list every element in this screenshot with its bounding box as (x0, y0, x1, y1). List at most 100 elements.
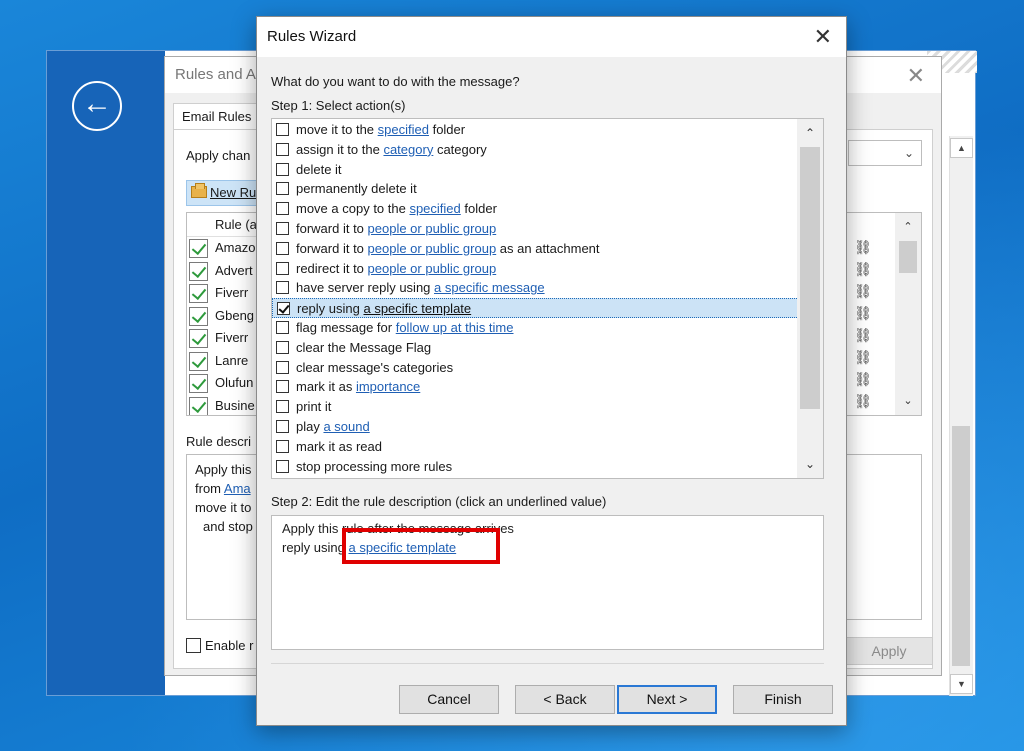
rule-enabled-checkbox[interactable] (189, 284, 208, 303)
tab-email-rules[interactable]: Email Rules (173, 103, 261, 129)
action-link[interactable]: people or public group (368, 221, 497, 236)
rule-name: Fiverr (215, 330, 249, 345)
action-link[interactable]: follow up at this time (396, 320, 514, 335)
new-rule-folder-icon (191, 183, 207, 198)
rule-enabled-checkbox[interactable] (189, 396, 208, 415)
action-checkbox[interactable] (276, 281, 289, 295)
action-row[interactable]: play a sound (272, 417, 799, 437)
action-label: clear the Message Flag (296, 339, 432, 355)
desc-link[interactable]: Ama (224, 481, 251, 496)
action-label: delete it (296, 161, 342, 177)
action-link[interactable]: people or public group (368, 241, 497, 256)
action-checkbox[interactable] (276, 162, 289, 176)
action-row[interactable]: clear the Message Flag (272, 338, 799, 358)
action-row[interactable]: permanently delete it (272, 179, 799, 199)
action-row[interactable]: stop processing more rules (272, 457, 799, 477)
action-row[interactable]: assign it to the category category (272, 140, 799, 160)
actions-list[interactable]: move it to the specified folder assign it… (271, 118, 824, 479)
action-row[interactable]: move it to the specified folder (272, 120, 799, 140)
action-row[interactable]: redirect it to people or public group (272, 259, 799, 279)
chevron-up-icon[interactable]: ⌃ (897, 217, 919, 237)
actions-scroll-thumb[interactable] (800, 147, 820, 409)
rule-options-icon: ⛓ (854, 372, 872, 388)
scroll-thumb[interactable] (952, 426, 970, 666)
action-label: redirect it to (296, 260, 368, 276)
action-checkbox[interactable] (276, 340, 289, 354)
action-label: stop processing more rules (296, 458, 453, 474)
action-checkbox[interactable] (276, 261, 289, 275)
rule-enabled-checkbox[interactable] (189, 374, 208, 393)
actions-scrollbar[interactable]: ⌃ ⌄ (797, 119, 823, 478)
action-checkbox[interactable] (276, 400, 289, 414)
rule-enabled-checkbox[interactable] (189, 351, 208, 371)
enable-checkbox[interactable] (186, 638, 201, 653)
action-checkbox[interactable] (276, 142, 289, 156)
action-text: assign it to the category category (296, 142, 487, 157)
action-link[interactable]: specified (378, 122, 429, 137)
action-row[interactable]: print it (272, 397, 799, 417)
action-link[interactable]: people or public group (368, 261, 497, 276)
close-icon[interactable]: ✕ (907, 63, 925, 89)
apply-button[interactable]: Apply (845, 637, 933, 665)
action-checkbox[interactable] (276, 321, 289, 334)
rule-enabled-checkbox[interactable] (189, 239, 208, 258)
action-link[interactable]: importance (356, 379, 420, 394)
chevron-up-icon[interactable]: ⌃ (799, 123, 821, 143)
action-link[interactable]: specified (409, 201, 460, 216)
backstage-scrollbar[interactable]: ▲ ▼ (949, 136, 973, 696)
action-checkbox[interactable] (276, 123, 289, 136)
action-link[interactable]: a specific message (434, 280, 545, 295)
next-button[interactable]: Next > (617, 685, 717, 714)
specific-template-link[interactable]: a specific template (348, 540, 456, 555)
chevron-down-icon[interactable]: ⌄ (899, 143, 919, 163)
action-row[interactable]: mark it as read (272, 437, 799, 457)
rule-enabled-checkbox[interactable] (189, 329, 208, 348)
cancel-button[interactable]: Cancel (399, 685, 499, 714)
action-checkbox[interactable] (277, 302, 290, 316)
action-checkbox[interactable] (276, 420, 289, 433)
action-text: stop processing more rules (296, 459, 452, 474)
rule-enabled-checkbox[interactable] (189, 261, 208, 281)
new-rule-button[interactable]: New Ru (186, 180, 266, 206)
action-row[interactable]: forward it to people or public group (272, 219, 799, 239)
new-rule-label: New Ru (210, 185, 257, 200)
action-row[interactable]: move a copy to the specified folder (272, 199, 799, 219)
enable-rss-checkbox-row[interactable]: Enable r (186, 638, 253, 653)
action-row[interactable]: delete it (272, 160, 799, 180)
action-row[interactable]: forward it to people or public group as … (272, 239, 799, 259)
folder-select[interactable]: ⌄ (848, 140, 922, 166)
chevron-down-icon[interactable]: ⌄ (897, 391, 919, 411)
back-button[interactable]: < Back (515, 685, 615, 714)
rule-name: Fiverr (215, 285, 249, 300)
action-link[interactable]: a sound (323, 419, 369, 434)
action-checkbox[interactable] (276, 439, 289, 453)
back-button[interactable]: ← (72, 81, 122, 131)
scroll-up-icon[interactable]: ▲ (950, 138, 973, 158)
action-row[interactable]: have server reply using a specific messa… (272, 278, 799, 298)
action-checkbox[interactable] (276, 459, 289, 473)
action-row[interactable]: mark it as importance (272, 377, 799, 397)
chevron-down-icon[interactable]: ⌄ (799, 454, 821, 474)
action-link[interactable]: a specific template (363, 301, 471, 316)
action-label: move it to the (296, 122, 378, 137)
scroll-down-icon[interactable]: ▼ (950, 674, 973, 694)
rule-options-icon: ⛓ (854, 240, 872, 256)
finish-button[interactable]: Finish (733, 685, 833, 714)
action-checkbox[interactable] (276, 182, 289, 196)
action-checkbox[interactable] (276, 360, 289, 374)
rule-name: Amazo (215, 240, 256, 255)
action-checkbox[interactable] (276, 380, 289, 394)
action-row[interactable]: flag message for follow up at this time (272, 318, 799, 338)
action-row[interactable]: clear message's categories (272, 358, 799, 378)
wizard-title: Rules Wizard (257, 17, 846, 57)
action-checkbox[interactable] (276, 222, 289, 235)
action-checkbox[interactable] (276, 241, 289, 255)
action-checkbox[interactable] (276, 202, 289, 216)
rule-enabled-checkbox[interactable] (189, 306, 208, 326)
action-row[interactable]: reply using a specific template (272, 298, 799, 318)
action-link[interactable]: category (383, 142, 433, 157)
rule-options-icon: ⛓ (854, 350, 872, 366)
rules-list-scrollbar[interactable]: ⌃ ⌄ (895, 213, 921, 415)
rules-list-scroll-thumb[interactable] (899, 241, 917, 273)
close-icon[interactable]: ✕ (814, 24, 832, 50)
